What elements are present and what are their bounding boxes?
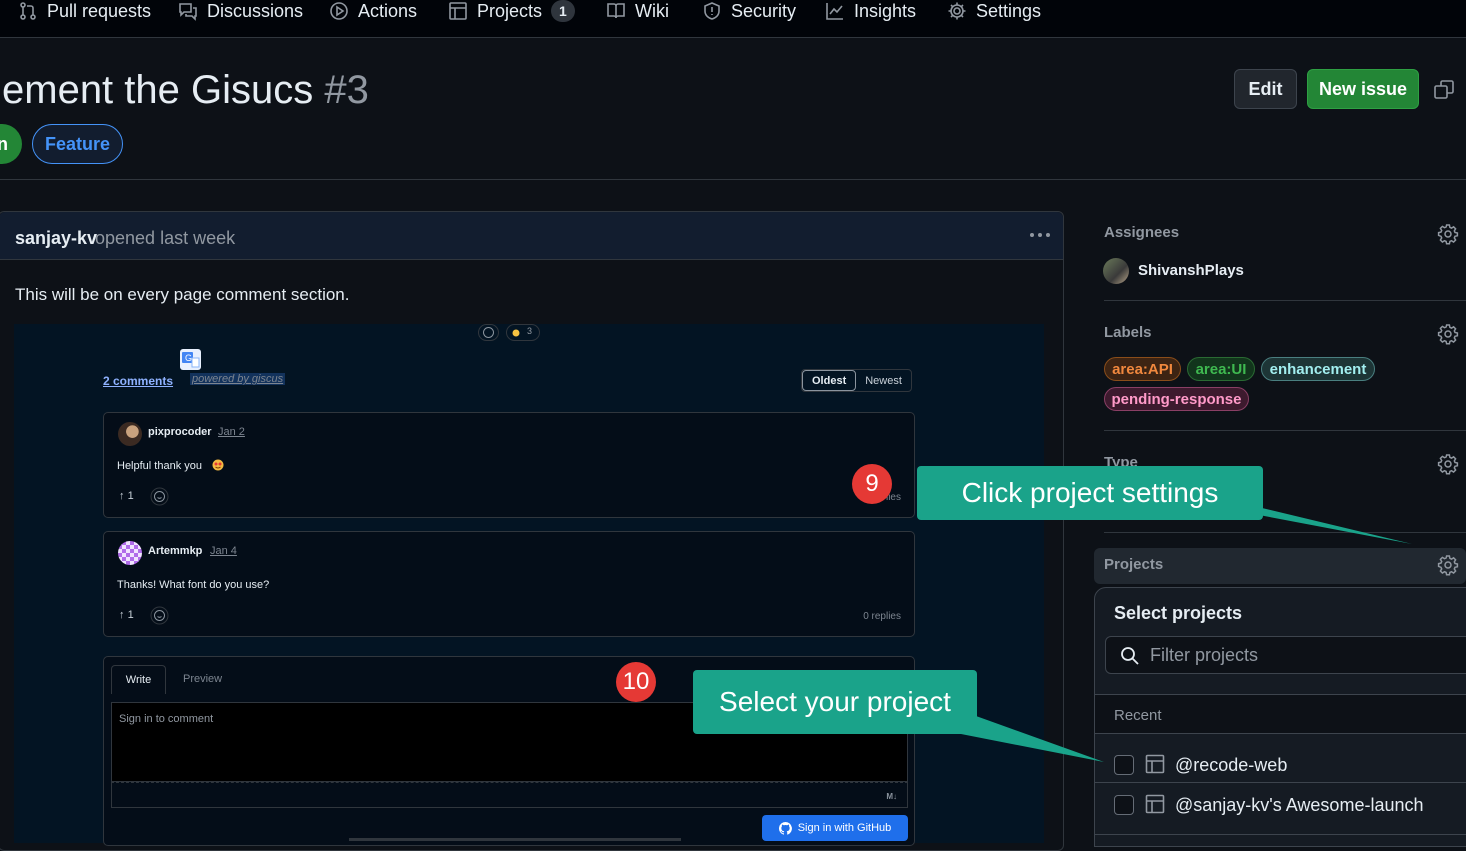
callout-select-your-project: Select your project [693, 670, 977, 734]
step-10-badge: 10 [616, 662, 656, 702]
callout-click-project-settings: Click project settings [917, 466, 1263, 520]
step-9-badge: 9 [852, 464, 892, 504]
